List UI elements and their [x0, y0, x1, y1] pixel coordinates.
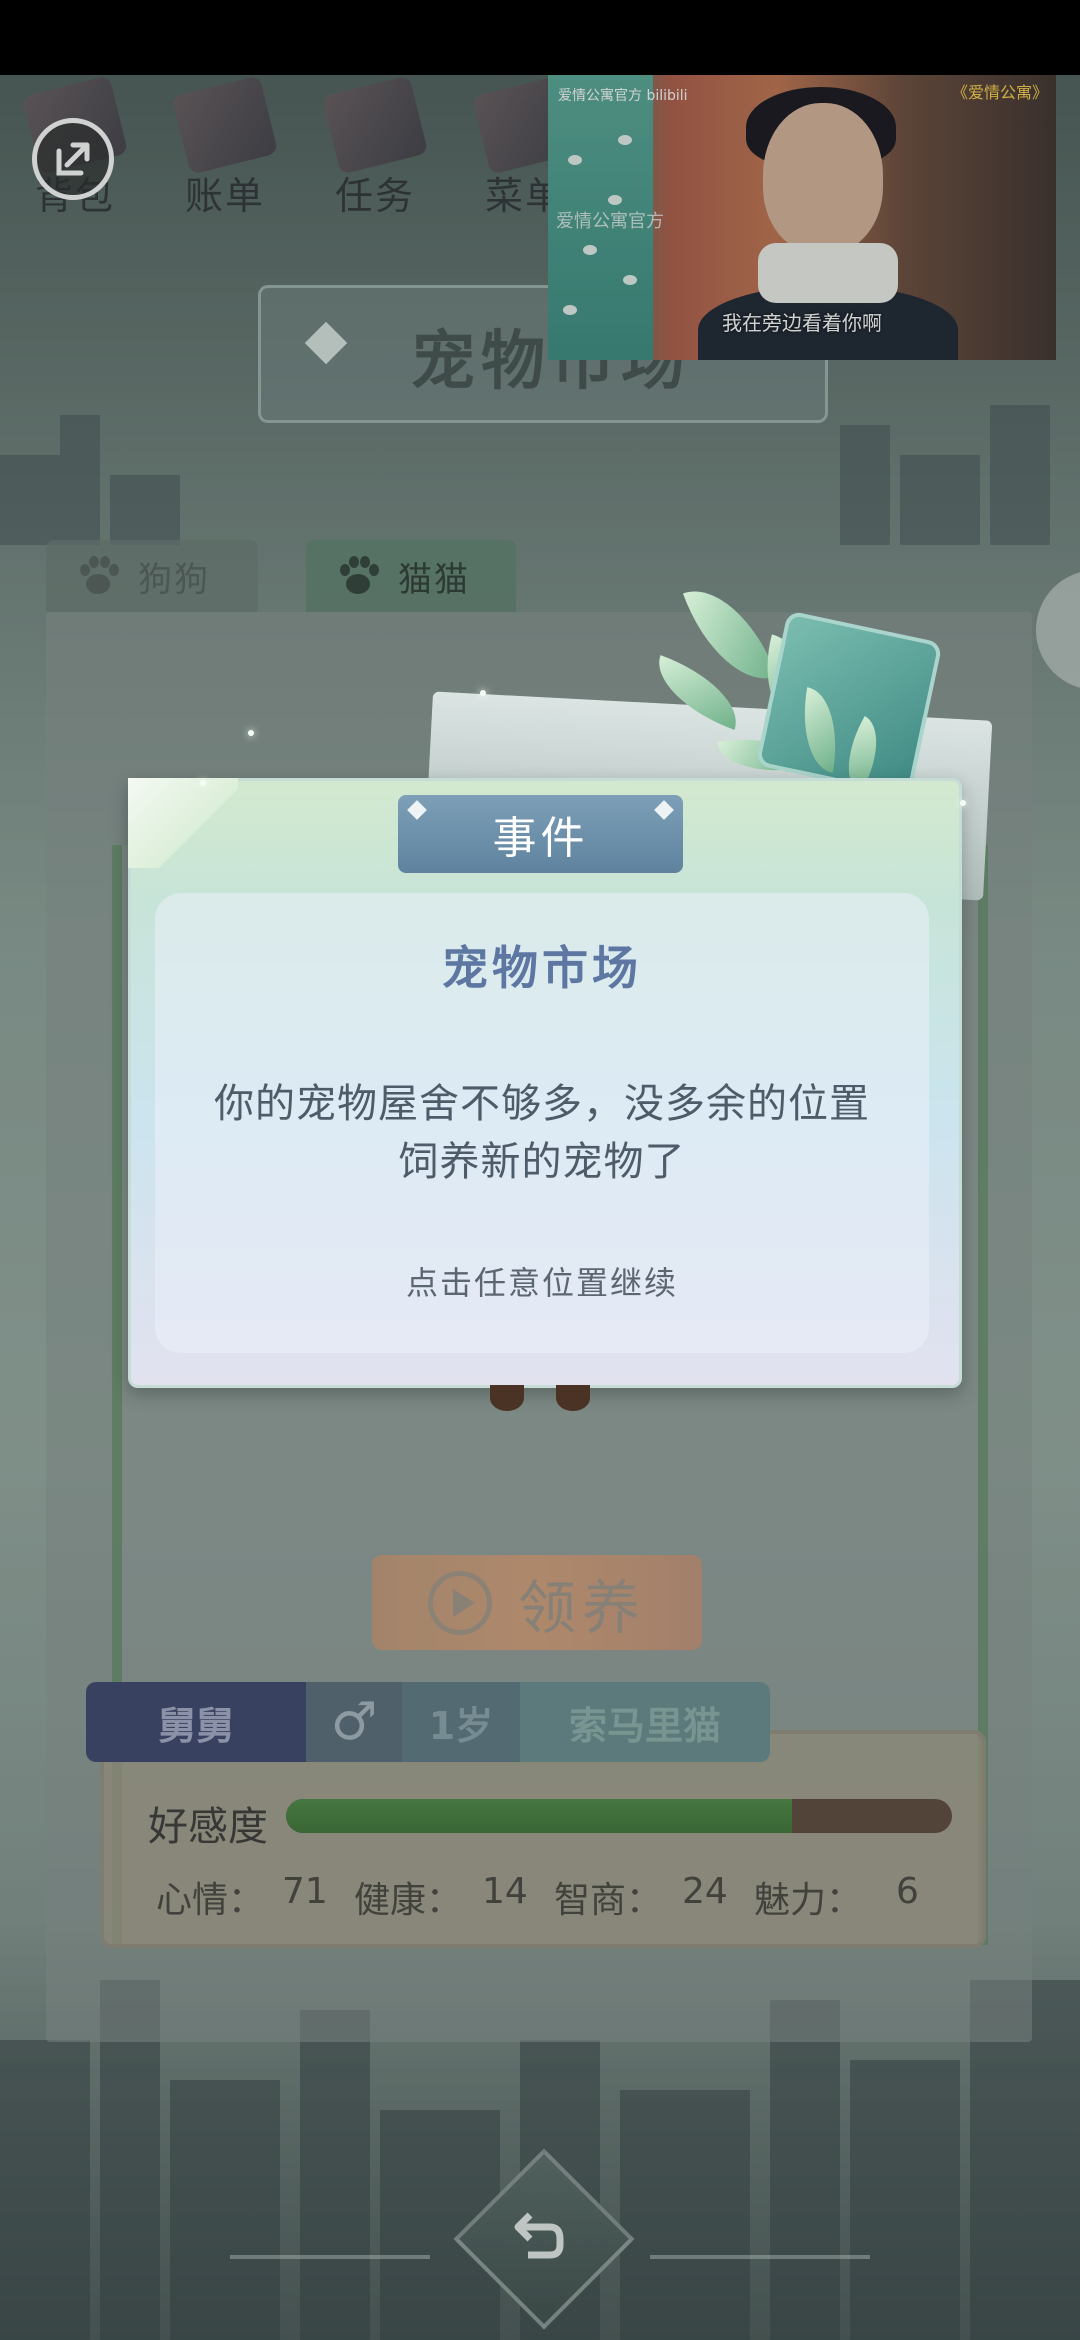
sparkle [200, 780, 206, 786]
dialog-title: 宠物市场 [442, 941, 642, 995]
dialog-corner-fold [128, 778, 238, 868]
sparkle [960, 800, 966, 806]
sparkle [248, 730, 254, 736]
pet-paws [490, 1385, 590, 1415]
dialog-header-tab: 事件 [398, 795, 683, 873]
dialog-message: 你的宠物屋舍不够多，没多余的位置饲养新的宠物了 [214, 1081, 870, 1185]
dialog-header-label: 事件 [492, 813, 589, 864]
status-bar [0, 0, 1080, 75]
sparkle [480, 690, 486, 696]
dialog-continue-hint: 点击任意位置继续 [405, 1264, 678, 1302]
